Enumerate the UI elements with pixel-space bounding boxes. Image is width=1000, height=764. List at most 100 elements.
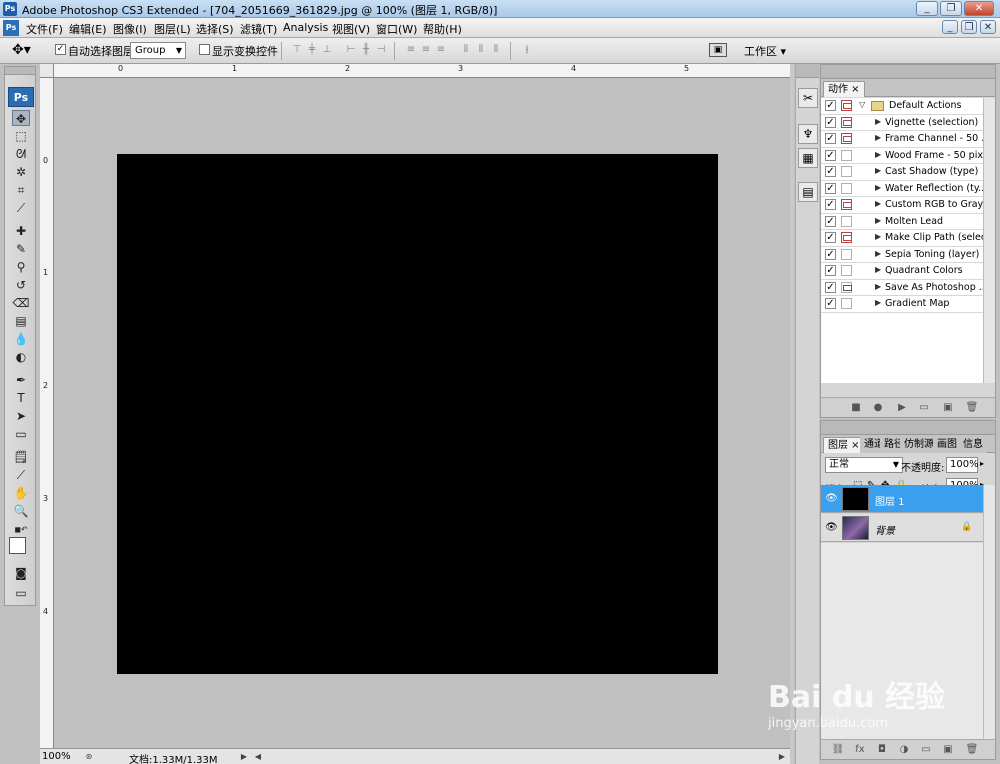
action-row[interactable]: ✓ ▶ Sepia Toning (layer) (821, 247, 983, 263)
toggle-checkbox[interactable]: ✓ (825, 133, 836, 144)
dialog-toggle[interactable] (841, 116, 852, 128)
clone-stamp-tool-icon[interactable]: ⚲ (12, 259, 30, 275)
expand-triangle-icon[interactable]: ▶ (875, 133, 881, 142)
workspace-menu-button[interactable]: 工作区 ▾ (744, 43, 786, 59)
toggle-checkbox[interactable]: ✓ (825, 248, 836, 260)
action-row[interactable]: ✓ ▶ Vignette (selection) (821, 115, 983, 131)
menu-view[interactable]: 视图(V) (332, 21, 370, 37)
visibility-eye-icon[interactable]: 👁 (825, 522, 838, 533)
new-layer-icon[interactable]: ▣ (941, 743, 955, 756)
layer-row[interactable]: 👁 背景 🔒 (821, 514, 983, 542)
dialog-toggle[interactable] (841, 182, 852, 194)
tools-preset-icon[interactable]: ✂ (798, 88, 818, 108)
toggle-checkbox[interactable]: ✓ (825, 232, 836, 243)
layers-scrollbar[interactable] (983, 485, 995, 739)
distribute-hcenter-icon[interactable]: ⦀ (474, 44, 488, 56)
action-set-row[interactable]: ✓ ▽ Default Actions (821, 98, 983, 115)
toggle-checkbox[interactable]: ✓ (825, 281, 836, 293)
dialog-toggle[interactable] (841, 248, 852, 260)
menu-file[interactable]: 文件(F) (26, 21, 63, 37)
scroll-right-icon[interactable]: ▶ (776, 750, 788, 763)
record-icon[interactable]: ● (871, 401, 885, 414)
dialog-toggle[interactable] (841, 149, 852, 161)
expand-triangle-icon[interactable]: ▶ (875, 298, 881, 307)
move-tool-icon[interactable]: ✥ (12, 110, 30, 126)
action-row[interactable]: ✓ ▶ Gradient Map (821, 296, 983, 313)
expand-triangle-icon[interactable]: ▶ (875, 282, 881, 291)
menu-analysis[interactable]: Analysis (283, 21, 328, 34)
tab-layers[interactable]: 图层 × (823, 437, 865, 453)
dock-grip[interactable] (796, 64, 819, 78)
play-icon[interactable]: ▶ (895, 401, 909, 414)
notes-tool-icon[interactable]: 🗒 (12, 449, 30, 465)
hand-tool-icon[interactable]: ✋ (12, 485, 30, 501)
align-top-icon[interactable]: ⊤ (290, 44, 304, 56)
zoom-level[interactable]: 100% (42, 751, 71, 762)
auto-align-layers-icon[interactable]: ⫲ (520, 44, 534, 56)
dialog-toggle[interactable] (841, 215, 852, 227)
panel-grip[interactable] (821, 65, 995, 79)
move-tool-preset-icon[interactable]: ✥▾ (12, 42, 31, 58)
dialog-toggle[interactable] (841, 298, 852, 309)
expand-triangle-icon[interactable]: ▶ (875, 183, 881, 192)
toggle-checkbox[interactable]: ✓ (825, 215, 836, 227)
actions-scrollbar[interactable] (983, 98, 995, 383)
dialog-toggle[interactable] (841, 199, 852, 210)
menu-layer[interactable]: 图层(L) (154, 21, 191, 37)
doc-minimize-button[interactable]: _ (942, 20, 958, 34)
pen-tool-icon[interactable]: ✒ (12, 372, 30, 388)
align-vcenter-icon[interactable]: ╪ (305, 44, 319, 56)
toolbox-grip[interactable] (5, 67, 35, 75)
toggle-checkbox[interactable]: ✓ (825, 149, 836, 161)
doc-restore-button[interactable]: ❐ (961, 20, 977, 34)
auto-select-checkbox[interactable]: ✓ (55, 44, 66, 55)
layer-row[interactable]: 👁 图层 1 (821, 485, 983, 513)
history-brush-tool-icon[interactable]: ↺ (12, 277, 30, 293)
align-hcenter-icon[interactable]: ╫ (359, 44, 373, 56)
show-transform-checkbox[interactable] (199, 44, 210, 55)
opacity-arrow-icon[interactable]: ▸ (980, 459, 984, 468)
dodge-tool-icon[interactable]: ◐ (12, 349, 30, 365)
document-image[interactable] (117, 154, 718, 674)
blur-tool-icon[interactable]: 💧 (12, 331, 30, 347)
menu-image[interactable]: 图像(I) (113, 21, 147, 37)
distribute-bottom-icon[interactable]: ≡ (434, 44, 448, 56)
toggle-checkbox[interactable]: ✓ (825, 116, 836, 128)
action-row[interactable]: ✓ ▶ Molten Lead (821, 214, 983, 230)
tab-actions[interactable]: 动作 × (823, 81, 865, 97)
expand-triangle-icon[interactable]: ▶ (875, 166, 881, 175)
type-tool-icon[interactable]: T (12, 390, 30, 406)
default-colors-icon[interactable]: ◼↶ (12, 522, 30, 538)
expand-triangle-icon[interactable]: ▶ (875, 150, 881, 159)
close-button[interactable]: ✕ (964, 1, 994, 16)
quick-mask-icon[interactable]: ◙ (12, 565, 30, 581)
distribute-right-icon[interactable]: ⦀ (489, 44, 503, 56)
toggle-checkbox[interactable]: ✓ (825, 199, 836, 210)
delete-icon[interactable]: 🗑 (965, 401, 979, 414)
photoshop-logo[interactable]: Ps (8, 87, 34, 107)
brush-tool-icon[interactable]: ✎ (12, 241, 30, 257)
foreground-color-swatch[interactable] (9, 537, 26, 554)
align-right-icon[interactable]: ⊣ (374, 44, 388, 56)
minimize-button[interactable]: _ (916, 1, 938, 16)
crop-tool-icon[interactable]: ⌗ (12, 182, 30, 198)
vertical-ruler[interactable]: 0 1 2 3 4 (40, 78, 54, 748)
zoom-tool-icon[interactable]: 🔍 (12, 503, 30, 519)
dialog-toggle[interactable] (841, 133, 852, 144)
expand-triangle-icon[interactable]: ▽ (859, 100, 865, 109)
shape-tool-icon[interactable]: ▭ (12, 426, 30, 442)
menu-filter[interactable]: 滤镜(T) (240, 21, 277, 37)
eraser-tool-icon[interactable]: ⌫ (12, 295, 30, 311)
marquee-tool-icon[interactable]: ⬚ (12, 128, 30, 144)
action-row[interactable]: ✓ ▶ Custom RGB to Gray... (821, 197, 983, 214)
distribute-vcenter-icon[interactable]: ≡ (419, 44, 433, 56)
new-action-icon[interactable]: ▣ (941, 401, 955, 414)
bridge-icon[interactable]: ▣ (709, 43, 727, 57)
adjustment-layer-icon[interactable]: ◑ (897, 743, 911, 756)
menu-help[interactable]: 帮助(H) (423, 21, 462, 37)
blend-mode-dropdown[interactable]: 正常 ▼ (825, 457, 903, 473)
expand-triangle-icon[interactable]: ▶ (875, 265, 881, 274)
stop-icon[interactable]: ■ (849, 401, 863, 414)
action-row[interactable]: ✓ ▶ Make Clip Path (selec... (821, 230, 983, 247)
toggle-checkbox[interactable]: ✓ (825, 182, 836, 194)
